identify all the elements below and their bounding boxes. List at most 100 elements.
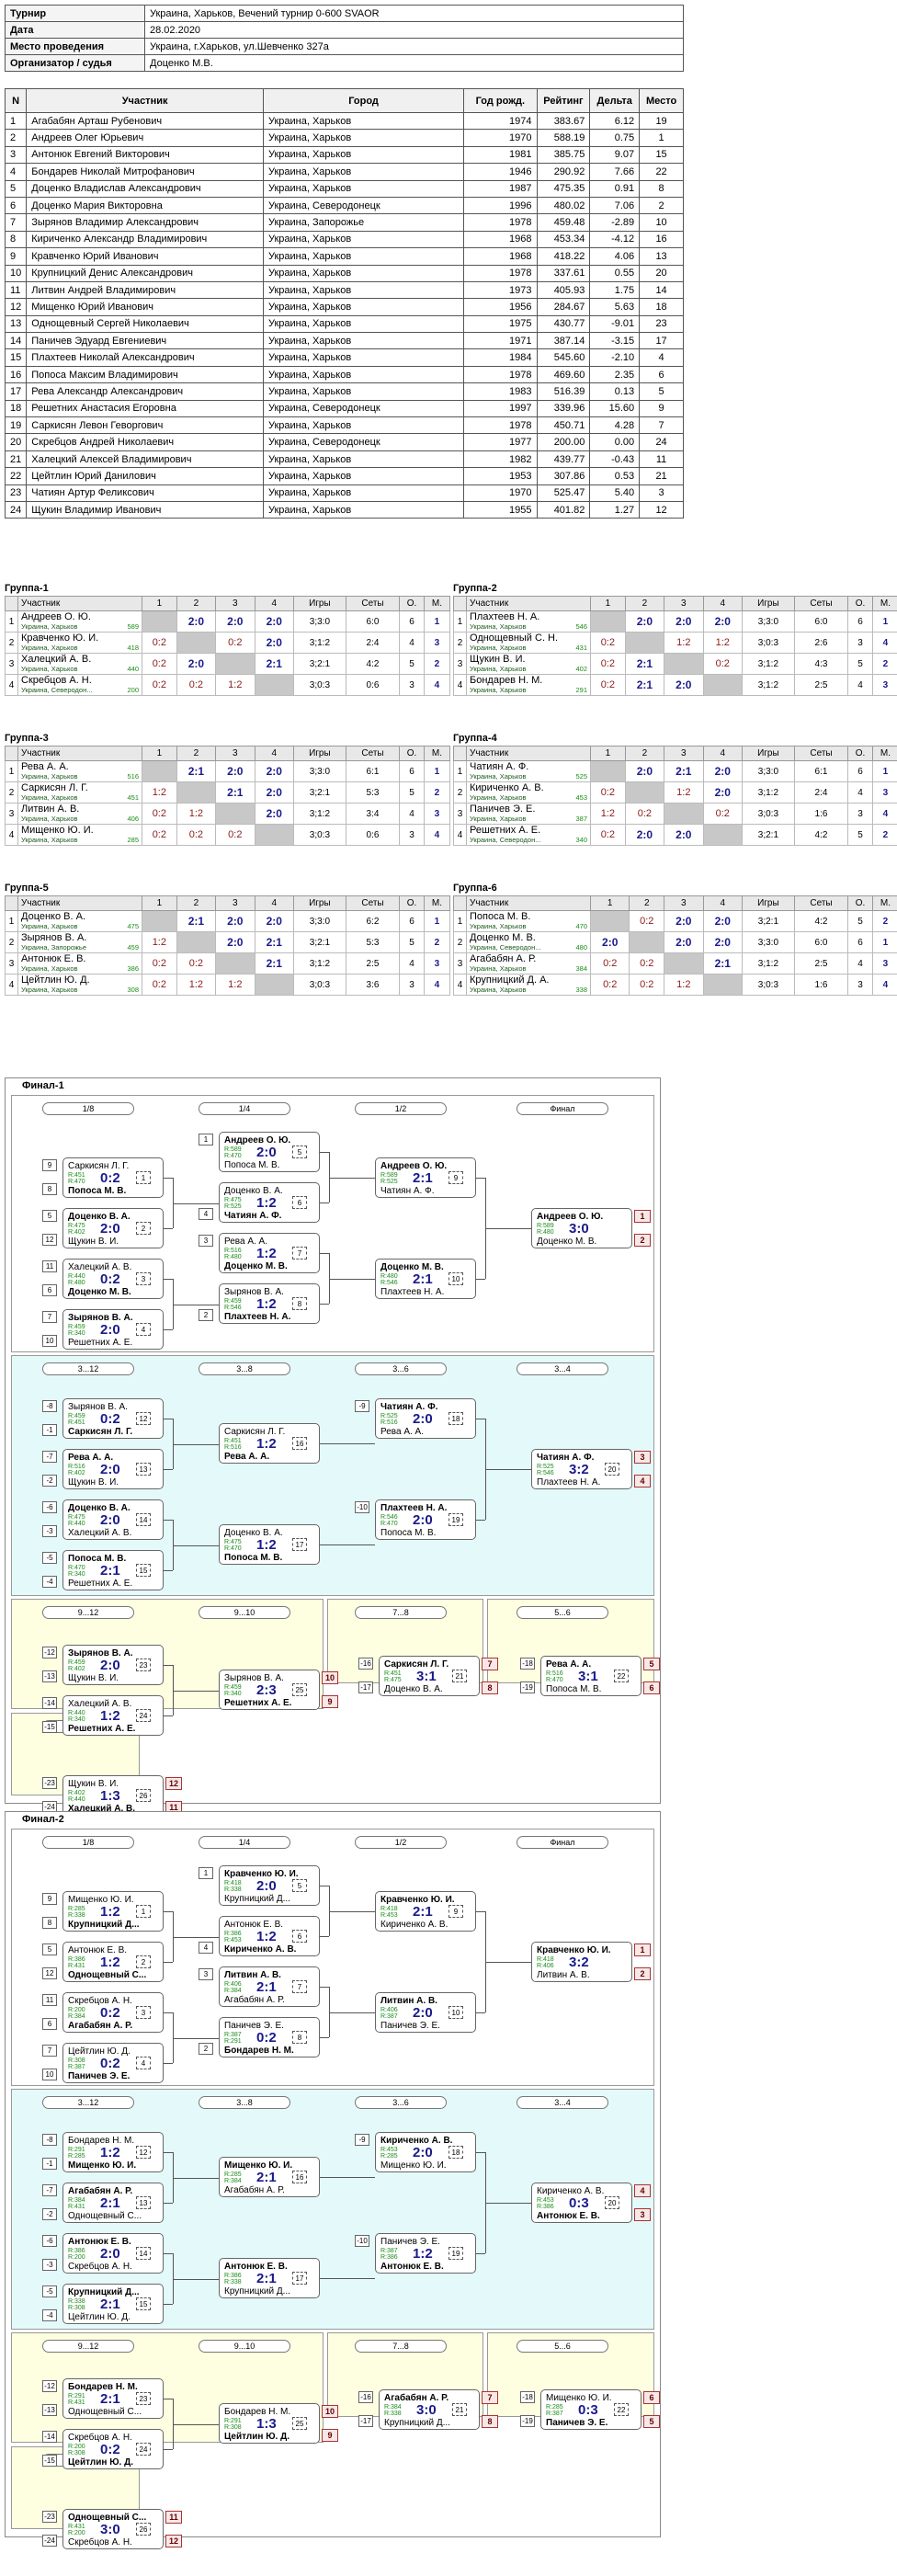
player-cell: 6.12 (589, 111, 641, 131)
player-row: 4 Бондарев Николай Митрофанович Украина, Х… (4, 163, 684, 181)
player-cell: 1996 (463, 196, 538, 215)
group-score-cell: 2:0 (664, 674, 704, 696)
match-score: 0:3 (578, 2402, 598, 2418)
match-number: 12 (136, 2146, 151, 2159)
group-score: 0:2 (637, 808, 653, 819)
player-cell: 2.35 (589, 365, 641, 384)
group-col: О. (399, 596, 425, 611)
column-header: Дельта (589, 88, 641, 113)
match-rating-a: R:384 (68, 2197, 85, 2204)
match-number: 23 (136, 2392, 151, 2405)
group-games: 3;3:0 (292, 760, 346, 782)
group-score-cell: 0:2 (629, 910, 665, 932)
group-score-cell: 2:0 (254, 910, 294, 932)
player-cell: Украина, Харьков (262, 179, 465, 198)
place-b: 9 (322, 1695, 338, 1708)
player-cell: 1997 (463, 399, 538, 418)
seed-b: -3 (42, 2259, 57, 2271)
player-row: 21 Халецкий Алексей Владимирович Украина, … (4, 450, 684, 469)
match-number: 23 (136, 1658, 151, 1671)
player-row: 11 Литвин Андрей Владимирович Украина, Хар… (4, 280, 684, 300)
info-value: 28.02.2020 (144, 21, 684, 39)
player-cell: -4.12 (589, 230, 641, 249)
round-label: 3...6 (355, 2096, 447, 2109)
group-score: 2:1 (187, 765, 205, 778)
group-place-value: 3 (434, 637, 440, 648)
group-score: 2:0 (187, 615, 205, 628)
match-rating-a: R:459 (68, 1659, 85, 1666)
group-place-value: 3 (434, 958, 440, 969)
match-rating-a: R:386 (68, 1956, 85, 1963)
group-player-rating: 453 (575, 793, 587, 802)
group-sets: 2:5 (793, 674, 849, 696)
player-cell: 0.53 (589, 467, 641, 485)
group-score: 2:0 (227, 615, 244, 628)
seed-b: 8 (42, 1183, 57, 1195)
group-score: 2:0 (266, 807, 282, 820)
group-row: 1 Попоса М. В. Украина, Харьков 470 0:2 2:0 2:… (453, 910, 897, 932)
player-cell: 1983 (463, 382, 538, 401)
player-cell: 21 (4, 450, 28, 469)
bracket-match: Крупницкий Д... Цейтлин Ю. Д. R:338 R:308 2:… (62, 2284, 164, 2324)
group-player-city: Украина, Харьков 285 (18, 836, 142, 844)
group-games: 3;3:0 (292, 610, 346, 633)
player-cell: 4.06 (589, 247, 641, 266)
player-cell: 21 (639, 467, 684, 485)
match-score: 2:1 (256, 2170, 277, 2185)
seed-b: -17 (358, 2415, 373, 2427)
bracket-match: Андреев О. Ю. Доценко М. В. R:589 R:480 3:0 (531, 1208, 632, 1248)
group-score-cell: 2:0 (664, 931, 704, 953)
group-player: Кравченко Ю. И. Украина, Харьков 418 (17, 632, 142, 654)
bracket-match: Агабабян А. Р. Крупницкий Д... R:384 R:338 3… (379, 2389, 480, 2430)
round-label: 3...8 (199, 2096, 290, 2109)
match-player-b: Попоса М. В. (224, 1160, 280, 1170)
group-col: 1 (590, 746, 626, 761)
player-cell: Украина, Запорожье (262, 213, 465, 232)
match-number: 26 (136, 1789, 151, 1802)
match-number: 17 (292, 2272, 307, 2285)
player-cell: 1946 (463, 163, 538, 181)
group-player-rating: 470 (575, 922, 587, 930)
match-score: 1:3 (100, 1788, 120, 1804)
bracket-match: Доценко В. А. Халецкий А. В. R:475 R:440 2:0… (62, 1499, 164, 1540)
column-header: Рейтинг (536, 88, 591, 113)
bracket-line (164, 1329, 173, 1330)
group-points: 5 (847, 910, 873, 932)
group-row: 4 Бондарев Н. М. Украина, Харьков 291 0:2 2:1… (453, 674, 897, 696)
match-number: 19 (448, 1513, 463, 1526)
group-score: 2:0 (227, 765, 244, 778)
player-cell: 430.77 (536, 314, 591, 334)
match-rating-a: R:525 (380, 1413, 398, 1419)
group-table: Группа-2 Участник 1 2 3 4 Игры Сеты О. М. 1 Плахтее… (453, 581, 897, 696)
group-player: Скребцов А. Н. Украина, Северодон... 200 (17, 674, 142, 696)
group-row-number: 3 (5, 803, 18, 825)
player-cell: Кравченко Юрий Иванович (26, 247, 264, 266)
match-player-b: Однощевный С... (68, 2407, 142, 2417)
group-score-cell: 2:0 (176, 610, 217, 633)
match-rating-a: R:451 (384, 1670, 402, 1677)
group-score: 0:2 (600, 637, 615, 648)
bracket-line (164, 2253, 173, 2254)
group-player-rating: 291 (575, 686, 587, 694)
player-cell: Украина, Харьков (262, 163, 465, 181)
group-player-city: Украина, Харьков 384 (467, 964, 590, 973)
group-place: 3 (423, 952, 451, 975)
group-player: Зырянов В. А. Украина, Запорожье 459 (17, 931, 142, 953)
seed-b: -24 (42, 2535, 57, 2547)
group-points: 3 (847, 803, 873, 825)
match-rating-b: R:285 (380, 2153, 398, 2160)
group-player-rating: 308 (127, 986, 139, 994)
final-title: Финал-1 (22, 1080, 64, 1091)
player-cell: 1955 (463, 500, 538, 519)
group-col: М. (423, 596, 451, 611)
group-col-n (453, 895, 467, 911)
group-grid: Участник 1 2 3 4 Игры Сеты О. М. 1 Плахтеев Н. А. У… (453, 596, 897, 696)
match-rating-a: R:285 (224, 2171, 242, 2178)
bracket-match: Бондарев Н. М. Цейтлин Ю. Д. R:291 R:308 1:3… (219, 2403, 320, 2444)
player-cell: 480.02 (536, 196, 591, 215)
match-score: 3:0 (569, 1221, 589, 1237)
match-score: 2:1 (413, 1271, 433, 1287)
group-score-cell: 1:2 (590, 803, 626, 825)
group-self-cell (215, 653, 255, 675)
place-b: 2 (634, 1967, 651, 1980)
